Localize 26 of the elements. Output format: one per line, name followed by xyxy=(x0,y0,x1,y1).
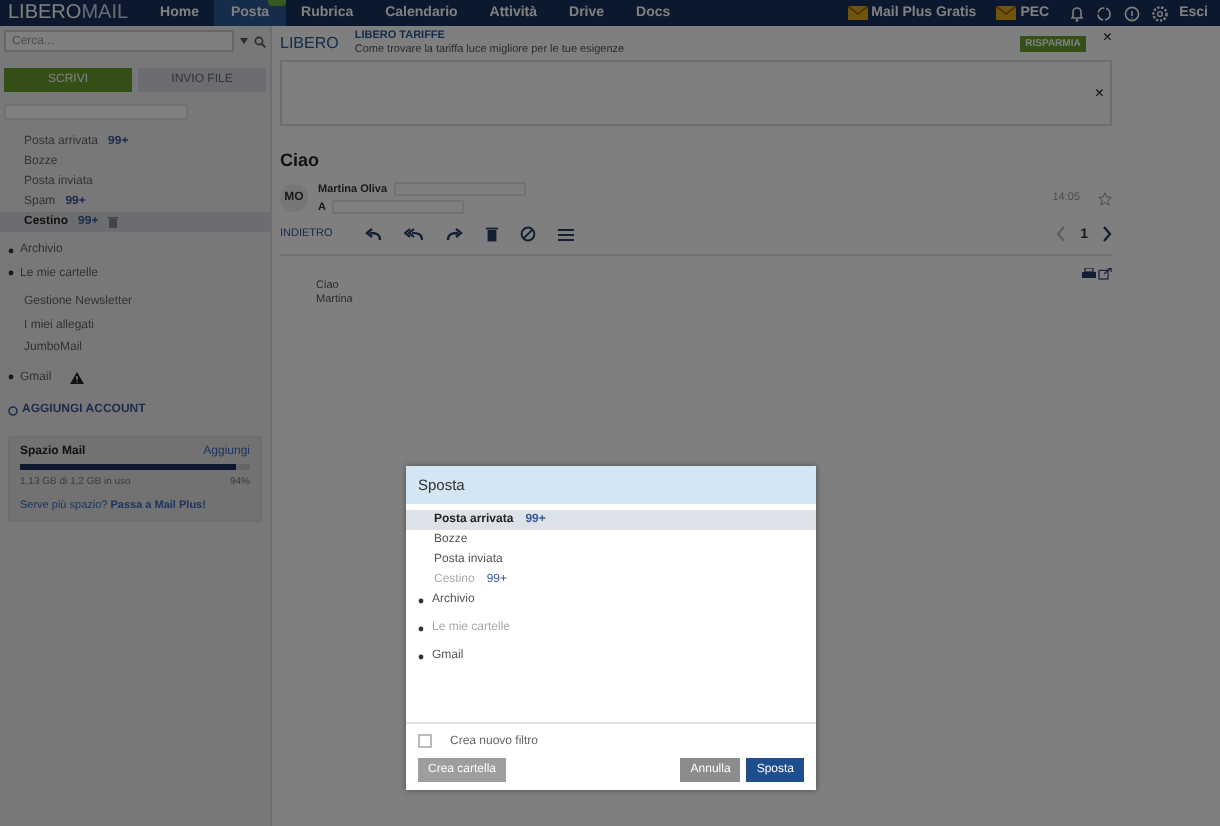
settings-icon[interactable] xyxy=(1151,5,1168,21)
caret-icon xyxy=(240,38,248,44)
block-icon[interactable] xyxy=(520,226,537,242)
star-icon[interactable] xyxy=(1098,191,1112,205)
search-icon[interactable] xyxy=(254,35,266,47)
forward-icon[interactable] xyxy=(446,227,465,241)
refresh-icon[interactable] xyxy=(1095,5,1112,21)
envelope-icon xyxy=(996,6,1017,20)
message-subject: Ciao xyxy=(280,150,322,170)
close-button[interactable]: × xyxy=(1094,62,1104,124)
ad-logo: LIBERO xyxy=(280,34,339,52)
logo[interactable]: LIBEROMAIL xyxy=(0,2,145,24)
menu-icon[interactable] xyxy=(558,227,575,241)
filter-checkbox[interactable] xyxy=(418,734,432,748)
bullet-icon[interactable] xyxy=(418,597,424,603)
bell-icon[interactable] xyxy=(1069,5,1084,21)
reply-icon[interactable] xyxy=(364,227,383,241)
reply-all-icon[interactable] xyxy=(404,227,425,241)
external-link-icon[interactable] xyxy=(1098,268,1112,280)
close-button[interactable]: × xyxy=(1102,30,1112,46)
print-icon[interactable] xyxy=(1082,268,1096,280)
plus-circle-icon[interactable] xyxy=(8,405,18,415)
trash-icon[interactable] xyxy=(486,226,499,242)
bullet-icon[interactable] xyxy=(418,653,424,659)
next-icon[interactable] xyxy=(1102,226,1112,242)
envelope-icon xyxy=(847,6,868,20)
